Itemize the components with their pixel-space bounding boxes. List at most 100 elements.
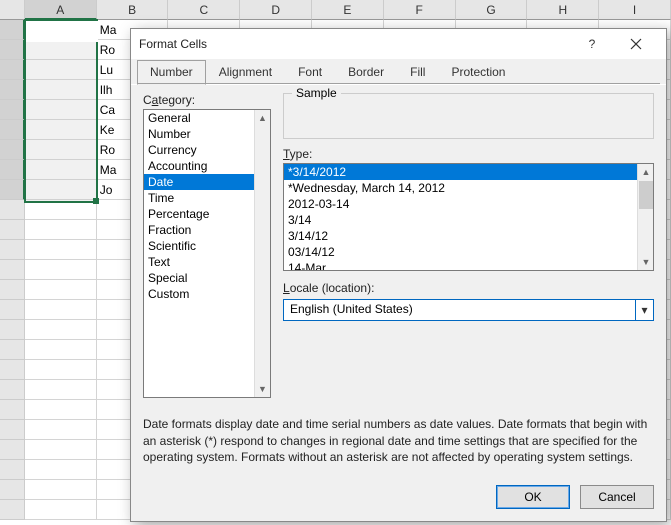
row-header[interactable] (0, 60, 25, 80)
row-header[interactable] (0, 360, 25, 380)
type-listbox[interactable]: *3/14/2012*Wednesday, March 14, 20122012… (283, 163, 654, 271)
cell[interactable] (25, 340, 97, 360)
row-header[interactable] (0, 380, 25, 400)
scroll-up-icon[interactable]: ▲ (255, 110, 271, 126)
cell[interactable] (25, 220, 97, 240)
row-header[interactable] (0, 260, 25, 280)
cell[interactable] (25, 140, 97, 160)
cell[interactable] (25, 200, 97, 220)
category-item[interactable]: Custom (144, 286, 254, 302)
tab-border[interactable]: Border (335, 60, 397, 85)
type-item[interactable]: 3/14 (284, 212, 637, 228)
category-item[interactable]: Percentage (144, 206, 254, 222)
category-item[interactable]: Number (144, 126, 254, 142)
row-header[interactable] (0, 440, 25, 460)
col-header-I[interactable]: I (599, 0, 671, 20)
cell[interactable] (25, 100, 97, 120)
cell[interactable] (25, 240, 97, 260)
select-all-corner[interactable] (0, 0, 25, 20)
dropdown-button[interactable]: ▾ (635, 300, 653, 320)
cell[interactable] (25, 260, 97, 280)
cell[interactable] (25, 60, 97, 80)
col-header-B[interactable]: B (97, 0, 169, 20)
category-item[interactable]: Date (144, 174, 254, 190)
category-item[interactable]: Accounting (144, 158, 254, 174)
category-item[interactable]: Currency (144, 142, 254, 158)
tab-protection[interactable]: Protection (438, 60, 518, 85)
category-listbox[interactable]: GeneralNumberCurrencyAccountingDateTimeP… (143, 109, 271, 398)
cell[interactable] (25, 380, 97, 400)
type-item[interactable]: 03/14/12 (284, 244, 637, 260)
row-header[interactable] (0, 240, 25, 260)
col-header-A[interactable]: A (25, 0, 97, 20)
row-header[interactable] (0, 100, 25, 120)
row-header[interactable] (0, 460, 25, 480)
row-header[interactable] (0, 200, 25, 220)
tab-number[interactable]: Number (137, 60, 206, 85)
cell[interactable] (25, 400, 97, 420)
cell[interactable] (25, 320, 97, 340)
row-header[interactable] (0, 400, 25, 420)
type-item[interactable]: 14-Mar (284, 260, 637, 270)
dialog-titlebar[interactable]: Format Cells ? (131, 29, 666, 59)
type-item[interactable]: *Wednesday, March 14, 2012 (284, 180, 637, 196)
cell[interactable] (25, 80, 97, 100)
cell[interactable] (25, 280, 97, 300)
cell[interactable] (25, 300, 97, 320)
row-header[interactable] (0, 20, 25, 40)
type-item[interactable]: *3/14/2012 (284, 164, 637, 180)
scroll-up-icon[interactable]: ▲ (638, 164, 654, 180)
row-header[interactable] (0, 320, 25, 340)
col-header-E[interactable]: E (312, 0, 384, 20)
col-header-H[interactable]: H (527, 0, 599, 20)
row-header[interactable] (0, 80, 25, 100)
scrollbar[interactable]: ▲ ▼ (254, 110, 270, 397)
row-header[interactable] (0, 500, 25, 520)
tab-fill[interactable]: Fill (397, 60, 438, 85)
scroll-down-icon[interactable]: ▼ (255, 381, 271, 397)
col-header-D[interactable]: D (240, 0, 312, 20)
cell[interactable] (25, 120, 97, 140)
cancel-button[interactable]: Cancel (580, 485, 654, 509)
col-header-G[interactable]: G (456, 0, 528, 20)
tab-alignment[interactable]: Alignment (206, 60, 285, 85)
category-item[interactable]: Scientific (144, 238, 254, 254)
row-header[interactable] (0, 160, 25, 180)
tab-font[interactable]: Font (285, 60, 335, 85)
category-item[interactable]: Special (144, 270, 254, 286)
cell[interactable] (25, 360, 97, 380)
scrollbar[interactable]: ▲ ▼ (637, 164, 653, 270)
help-button[interactable]: ? (570, 29, 614, 59)
cell[interactable] (25, 20, 97, 40)
cell[interactable] (25, 440, 97, 460)
scroll-down-icon[interactable]: ▼ (638, 254, 654, 270)
category-item[interactable]: Time (144, 190, 254, 206)
cell[interactable] (25, 180, 97, 200)
row-header[interactable] (0, 40, 25, 60)
cell[interactable] (25, 480, 97, 500)
scroll-thumb[interactable] (639, 181, 653, 209)
category-item[interactable]: Text (144, 254, 254, 270)
cell[interactable] (25, 160, 97, 180)
category-item[interactable]: General (144, 110, 254, 126)
row-header[interactable] (0, 140, 25, 160)
category-item[interactable]: Fraction (144, 222, 254, 238)
row-header[interactable] (0, 120, 25, 140)
row-header[interactable] (0, 340, 25, 360)
cell[interactable] (25, 460, 97, 480)
type-item[interactable]: 3/14/12 (284, 228, 637, 244)
close-button[interactable] (614, 29, 658, 59)
row-header[interactable] (0, 220, 25, 240)
row-header[interactable] (0, 280, 25, 300)
cell[interactable] (25, 500, 97, 520)
cell[interactable] (25, 420, 97, 440)
locale-combobox[interactable]: English (United States) ▾ (283, 299, 654, 321)
row-header[interactable] (0, 300, 25, 320)
type-item[interactable]: 2012-03-14 (284, 196, 637, 212)
ok-button[interactable]: OK (496, 485, 570, 509)
col-header-F[interactable]: F (384, 0, 456, 20)
cell[interactable] (25, 40, 97, 60)
row-header[interactable] (0, 420, 25, 440)
col-header-C[interactable]: C (168, 0, 240, 20)
row-header[interactable] (0, 480, 25, 500)
